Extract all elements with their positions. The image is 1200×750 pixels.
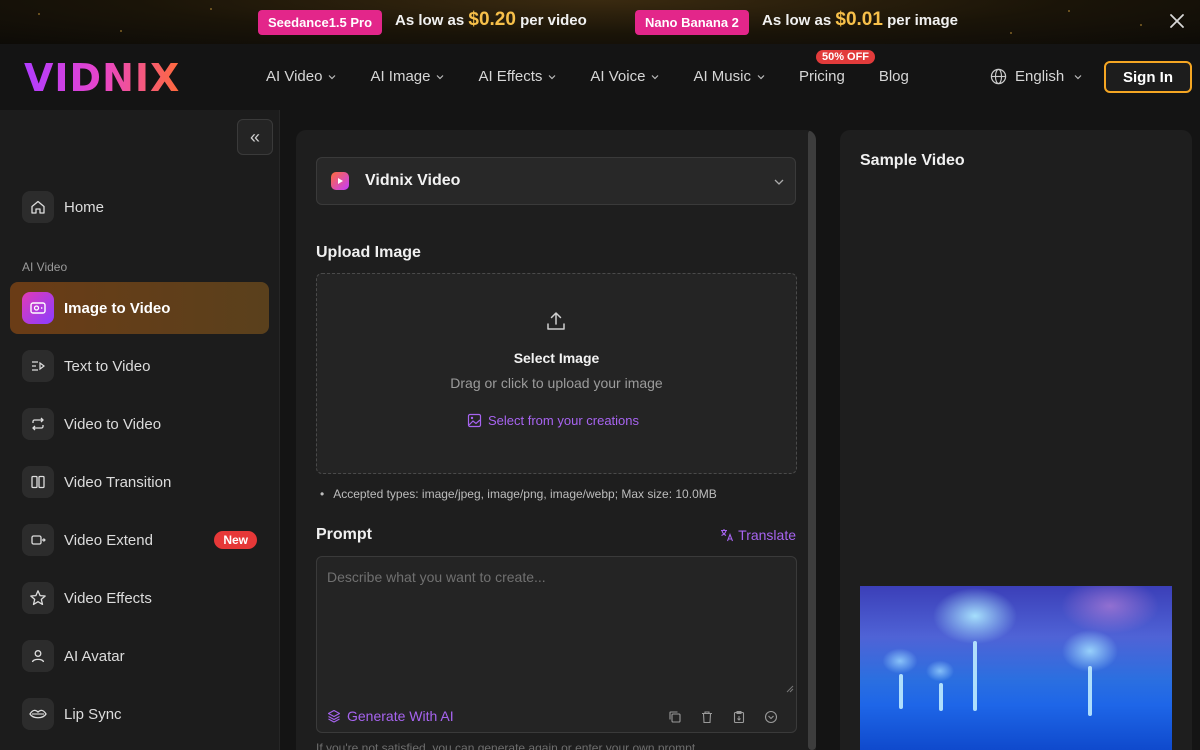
promo-text: As low as $0.01 per image bbox=[762, 9, 958, 30]
sidebar-item-label: Text to Video bbox=[64, 357, 151, 375]
star-icon bbox=[22, 582, 54, 614]
prompt-toolbar bbox=[650, 710, 778, 724]
sidebar-item-label: Video to Video bbox=[64, 415, 162, 433]
clipboard-icon[interactable] bbox=[732, 710, 746, 724]
chevron-down-icon bbox=[1074, 74, 1082, 79]
sample-video-thumbnail[interactable] bbox=[860, 586, 1172, 750]
lips-icon bbox=[22, 698, 54, 730]
nav-ai-video[interactable]: AI Video bbox=[266, 68, 336, 85]
chevron-down-icon bbox=[652, 74, 659, 79]
sidebar-item-video-extend[interactable]: Video Extend New bbox=[10, 514, 269, 566]
language-selector[interactable]: English bbox=[990, 68, 1082, 85]
chevron-down-icon bbox=[329, 74, 336, 79]
main-nav: AI Video AI Image AI Effects AI Voice AI… bbox=[266, 50, 943, 85]
promo-text: As low as $0.20 per video bbox=[395, 9, 587, 30]
upload-icon bbox=[547, 312, 565, 330]
promo-banner[interactable]: Seedance1.5 Pro As low as $0.20 per vide… bbox=[0, 0, 1200, 44]
sidebar-item-ai-avatar[interactable]: AI Avatar bbox=[10, 630, 269, 682]
prompt-title: Prompt bbox=[316, 526, 372, 543]
globe-icon bbox=[990, 68, 1007, 85]
sidebar-item-video-transition[interactable]: Video Transition bbox=[10, 456, 269, 508]
new-badge: New bbox=[214, 531, 257, 549]
trash-icon[interactable] bbox=[700, 710, 714, 724]
sidebar-item-label: Video Effects bbox=[64, 589, 152, 607]
upload-hint: Drag or click to upload your image bbox=[450, 375, 663, 391]
video-extend-icon bbox=[22, 524, 54, 556]
sidebar: « Home AI Video Image to Video Text to V… bbox=[0, 110, 280, 750]
sidebar-item-image-to-video[interactable]: Image to Video bbox=[10, 282, 269, 334]
layers-icon bbox=[327, 709, 341, 723]
chevron-down-icon bbox=[548, 74, 556, 79]
nav-ai-music[interactable]: AI Music bbox=[693, 68, 765, 85]
select-image-label: Select Image bbox=[513, 350, 600, 366]
repeat-icon bbox=[22, 408, 54, 440]
chevron-down-icon bbox=[437, 74, 444, 79]
translate-button[interactable]: Translate bbox=[720, 527, 796, 543]
sidebar-section-title: AI Video bbox=[22, 260, 68, 274]
image-upload-dropzone[interactable]: Select Image Drag or click to upload you… bbox=[316, 273, 797, 474]
nav-ai-voice[interactable]: AI Voice bbox=[590, 68, 659, 85]
prompt-footer-hint: If you're not satisfied, you can generat… bbox=[316, 741, 699, 750]
sign-in-button[interactable]: Sign In bbox=[1104, 61, 1192, 93]
resize-handle-icon[interactable] bbox=[786, 685, 794, 693]
prompt-box: Generate With AI bbox=[316, 556, 797, 733]
home-icon bbox=[22, 191, 54, 223]
nav-blog[interactable]: Blog bbox=[879, 68, 909, 85]
generate-with-ai-button[interactable]: Generate With AI bbox=[327, 708, 454, 724]
language-label: English bbox=[1015, 68, 1065, 85]
promo-tag: Seedance1.5 Pro bbox=[258, 10, 383, 35]
select-from-creations-link[interactable]: Select from your creations bbox=[467, 413, 639, 428]
transition-icon bbox=[22, 466, 54, 498]
collapse-sidebar-button[interactable]: « bbox=[237, 119, 273, 155]
copy-icon[interactable] bbox=[668, 710, 682, 724]
model-select[interactable]: Vidnix Video bbox=[316, 157, 796, 205]
chevron-circle-icon[interactable] bbox=[764, 710, 778, 724]
accepted-types-note: Accepted types: image/jpeg, image/png, i… bbox=[320, 487, 717, 501]
prompt-input[interactable] bbox=[317, 557, 796, 697]
image-icon bbox=[467, 413, 482, 428]
image-video-icon bbox=[22, 292, 54, 324]
sidebar-item-lip-sync[interactable]: Lip Sync bbox=[10, 688, 269, 740]
nav-ai-image[interactable]: AI Image bbox=[370, 68, 444, 85]
model-name: Vidnix Video bbox=[365, 172, 461, 189]
sample-panel: Sample Video bbox=[840, 130, 1192, 750]
sidebar-item-video-to-video[interactable]: Video to Video bbox=[10, 398, 269, 450]
sample-video-title: Sample Video bbox=[860, 152, 965, 169]
vidnix-logo[interactable]: VIDNIX bbox=[24, 56, 180, 100]
discount-badge: 50% OFF bbox=[815, 50, 876, 64]
translate-icon bbox=[721, 529, 734, 542]
vidnix-model-icon bbox=[331, 172, 349, 190]
sidebar-item-label: Lip Sync bbox=[64, 705, 122, 723]
nav-ai-effects[interactable]: AI Effects bbox=[478, 68, 556, 85]
promo-tag: Nano Banana 2 bbox=[635, 10, 749, 35]
sidebar-item-label: Home bbox=[64, 198, 105, 216]
sidebar-item-label: Image to Video bbox=[64, 299, 171, 317]
sidebar-item-label: Video Extend bbox=[64, 531, 153, 549]
chevron-down-icon bbox=[757, 74, 765, 79]
chevron-down-icon bbox=[774, 179, 784, 185]
text-video-icon bbox=[22, 350, 54, 382]
close-icon[interactable] bbox=[1168, 12, 1186, 30]
sidebar-item-label: AI Avatar bbox=[64, 647, 125, 665]
nav-pricing[interactable]: Pricing 50% OFF bbox=[799, 50, 876, 85]
sidebar-item-label: Video Transition bbox=[64, 473, 172, 491]
sidebar-item-video-effects[interactable]: Video Effects bbox=[10, 572, 269, 624]
top-navbar: VIDNIX AI Video AI Image AI Effects AI V… bbox=[0, 44, 1200, 110]
sidebar-item-text-to-video[interactable]: Text to Video bbox=[10, 340, 269, 392]
generator-panel: Vidnix Video Upload Image Select Image D… bbox=[296, 130, 816, 750]
panel-scrollbar[interactable] bbox=[808, 130, 816, 750]
upload-image-title: Upload Image bbox=[316, 244, 421, 261]
sidebar-item-home[interactable]: Home bbox=[10, 181, 269, 233]
user-icon bbox=[22, 640, 54, 672]
